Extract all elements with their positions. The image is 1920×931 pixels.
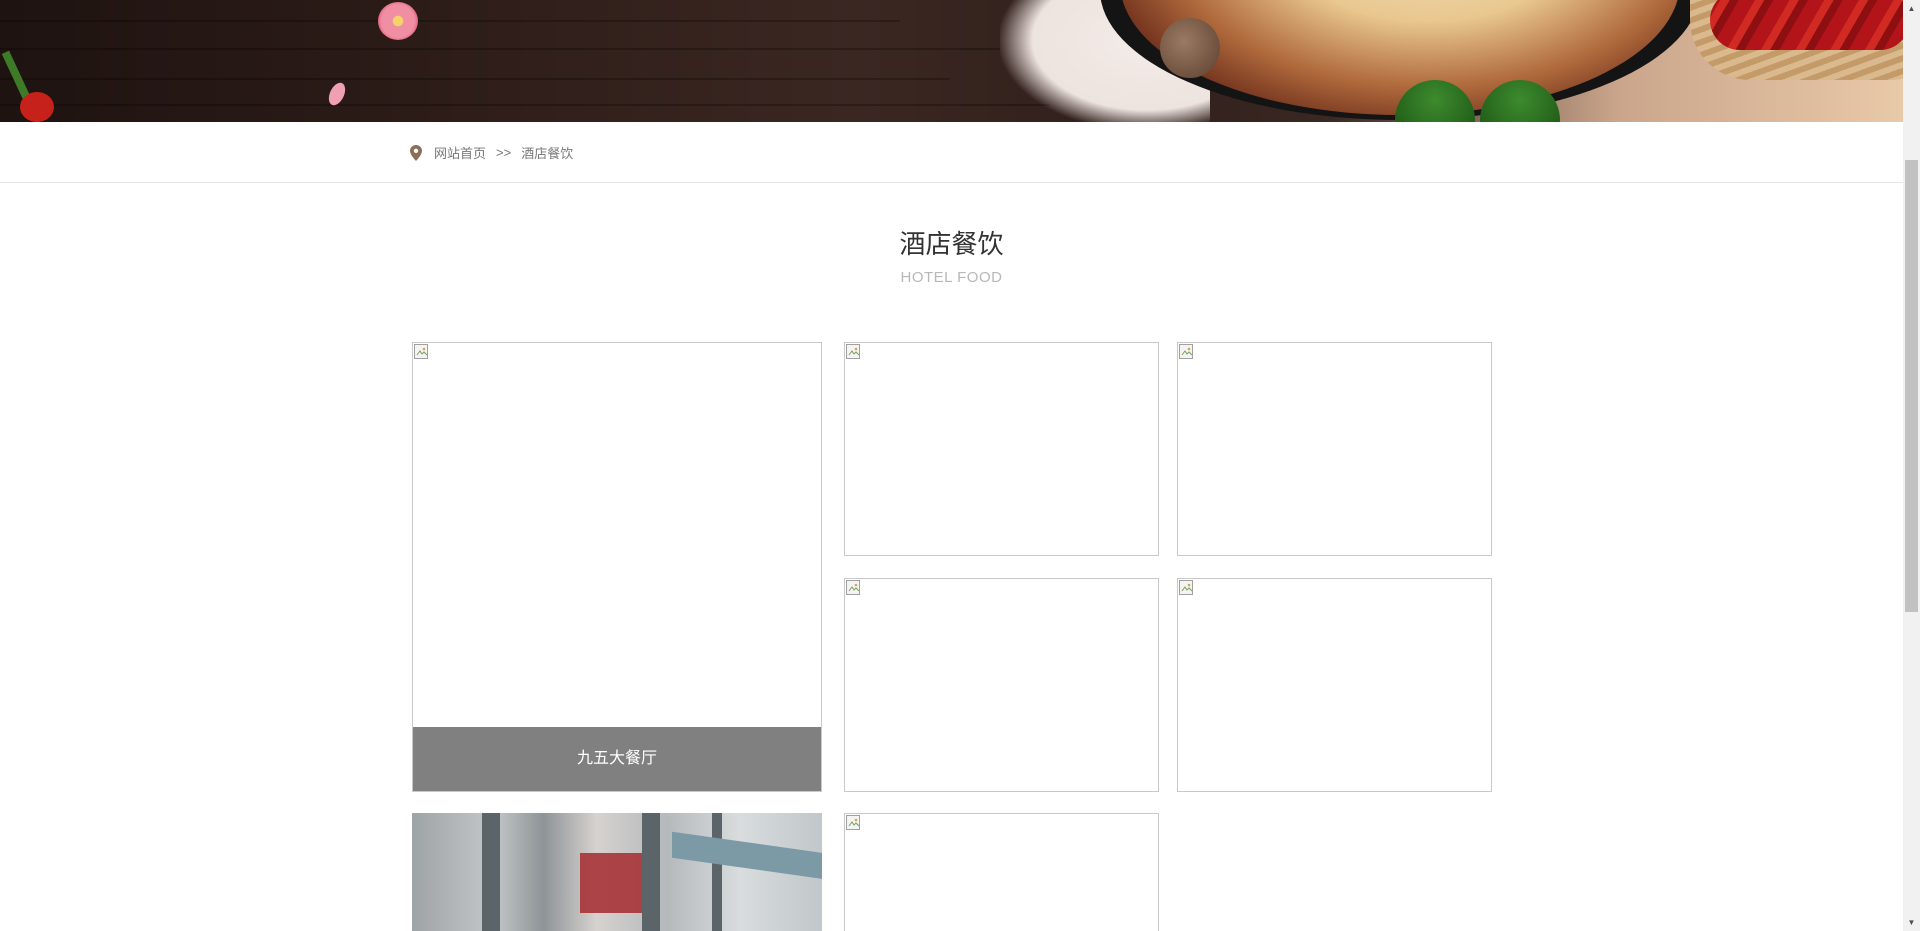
chili-stem-decoration [1,50,31,100]
gallery-item[interactable] [844,813,1159,931]
vertical-scrollbar[interactable]: ▲ ▼ [1903,0,1920,931]
gallery-item[interactable] [844,578,1159,792]
breadcrumb-current[interactable]: 酒店餐饮 [521,143,573,162]
triangle-down-icon[interactable]: ▼ [1903,914,1920,931]
page: 网站首页 >> 酒店餐饮 酒店餐饮 HOTEL FOOD 九五大餐厅 ▲ ▼ [0,0,1920,931]
meatball-decoration [1160,18,1220,78]
section-title: 酒店餐饮 [899,229,1004,259]
breadcrumb: 网站首页 >> 酒店餐饮 [410,143,573,162]
broken-image-icon [1179,344,1195,360]
breadcrumb-separator: >> [496,145,512,160]
photo-sign [580,853,642,913]
section-subtitle: HOTEL FOOD [900,269,1003,286]
scrollbar-thumb[interactable] [1905,160,1918,612]
photo-column [642,813,660,931]
broken-image-icon [846,815,862,831]
photo-column [482,813,500,931]
map-pin-icon [410,144,422,161]
dried-chilis-decoration [1710,0,1903,50]
triangle-up-icon[interactable]: ▲ [1903,0,1920,17]
broken-image-icon [846,580,862,596]
gallery-item[interactable] [844,342,1159,556]
gallery-item-featured[interactable]: 九五大餐厅 [412,342,822,792]
broken-image-icon [846,344,862,360]
breadcrumb-bar: 网站首页 >> 酒店餐饮 [0,122,1903,183]
flower-decoration [378,2,418,40]
photo-column [712,813,722,931]
gallery-item[interactable] [1177,342,1492,556]
gallery-item-photo[interactable] [412,813,822,931]
gallery-item[interactable] [1177,578,1492,792]
gallery-caption[interactable]: 九五大餐厅 [413,727,821,791]
broken-image-icon [1179,580,1195,596]
breadcrumb-home-link[interactable]: 网站首页 [434,143,486,162]
hero-banner [0,0,1903,122]
chili-decoration [20,92,54,122]
broken-image-icon [414,344,430,360]
photo-roof [672,831,822,881]
